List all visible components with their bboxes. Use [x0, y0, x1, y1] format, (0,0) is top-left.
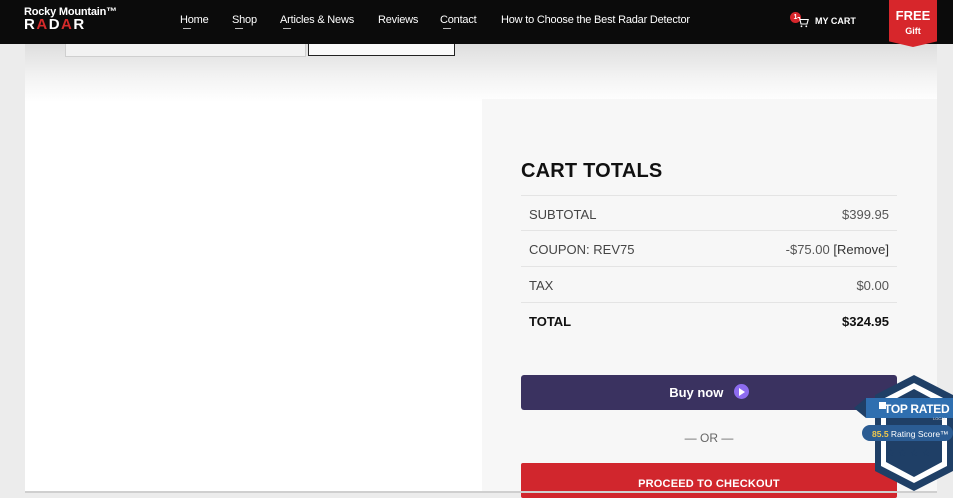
- tax-label: TAX: [529, 278, 554, 293]
- badge-stars: ★★★★: [886, 448, 934, 459]
- proceed-to-checkout-label: PROCEED TO CHECKOUT: [638, 478, 780, 490]
- nav-underline: [443, 28, 451, 29]
- logo-letter: A: [36, 16, 49, 33]
- subtotal-label: SUBTOTAL: [529, 207, 597, 222]
- nav-underline: [235, 28, 243, 29]
- total-value: $324.95: [842, 314, 889, 329]
- subtotal-value: $399.95: [842, 207, 889, 222]
- coupon-value-wrap: -$75.00 [Remove]: [786, 242, 889, 257]
- apply-coupon-button[interactable]: [308, 44, 455, 56]
- nav-reviews-label: Reviews: [378, 14, 419, 26]
- badge-score-label: Rating Score™: [890, 429, 949, 439]
- logo-text-line2: RADAR: [24, 17, 86, 33]
- cart-totals-title: CART TOTALS: [521, 160, 663, 182]
- logo-letter: R: [73, 16, 86, 33]
- badge-score-value: 85.5: [872, 429, 889, 439]
- nav-home[interactable]: Home: [180, 14, 209, 29]
- chevron-right-icon: [733, 383, 749, 399]
- nav-underline: [283, 28, 291, 29]
- badge-subtitle: LOCAL: [933, 416, 947, 421]
- nav-how-to-choose-label: How to Choose the Best Radar Detector: [501, 14, 690, 26]
- free-gift-line2: Gift: [905, 26, 921, 36]
- badge-score: 85.5 Rating Score™: [872, 429, 949, 439]
- remove-coupon-link[interactable]: [Remove]: [833, 242, 889, 257]
- nav-home-label: Home: [180, 14, 209, 26]
- logo-letter: A: [61, 16, 74, 33]
- nav-how-to-choose[interactable]: How to Choose the Best Radar Detector: [501, 14, 690, 26]
- logo-letter: D: [48, 16, 62, 33]
- coupon-label: COUPON: REV75: [529, 242, 635, 257]
- coupon-value: -$75.00: [785, 242, 830, 257]
- my-cart-label: MY CART: [815, 16, 856, 26]
- nav-contact[interactable]: Contact: [440, 14, 477, 29]
- logo-letter: R: [24, 16, 37, 33]
- buy-now-label: Buy now: [669, 385, 724, 400]
- total-row: TOTAL $324.95: [521, 302, 897, 338]
- nav-contact-label: Contact: [440, 14, 477, 26]
- nav-underline: [183, 28, 191, 29]
- nav-articles-news[interactable]: Articles & News: [280, 14, 355, 29]
- nav-shop-label: Shop: [232, 14, 257, 26]
- nav-reviews[interactable]: Reviews: [378, 14, 418, 26]
- coupon-row: COUPON: REV75 -$75.00 [Remove]: [521, 230, 897, 266]
- site-logo[interactable]: Rocky Mountain™ RADAR: [24, 6, 126, 33]
- top-rated-badge[interactable]: TOP RATED LOCAL 85.5 Rating Score™ ★★★★: [846, 373, 953, 493]
- tax-row: TAX $0.00: [521, 266, 897, 302]
- or-divider: — OR —: [684, 431, 734, 445]
- badge-title: TOP RATED: [884, 402, 950, 416]
- site-header: Rocky Mountain™ RADAR Home Shop Articles…: [0, 0, 953, 47]
- nav-articles-news-label: Articles & News: [280, 14, 355, 26]
- cart-icon: [797, 16, 809, 28]
- free-gift-line1: FREE: [895, 8, 931, 23]
- free-gift-button[interactable]: FREE Gift: [889, 0, 937, 47]
- coupon-code-input[interactable]: [65, 44, 306, 57]
- buy-now-button[interactable]: Buy now: [521, 375, 897, 410]
- tax-value: $0.00: [856, 278, 889, 293]
- subtotal-row: SUBTOTAL $399.95: [521, 195, 897, 231]
- nav-shop[interactable]: Shop: [232, 14, 257, 29]
- total-label: TOTAL: [529, 314, 572, 329]
